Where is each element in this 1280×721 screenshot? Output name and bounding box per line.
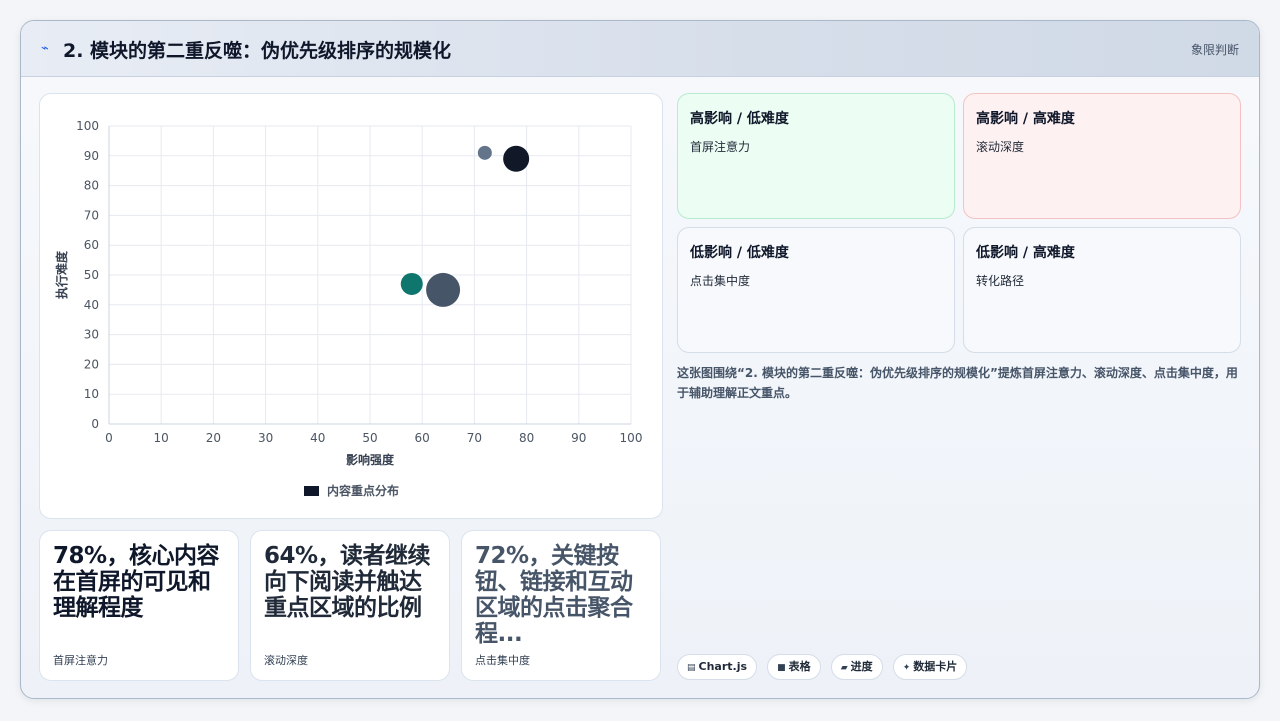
y-tick-label: 80: [84, 179, 99, 193]
x-axis-label: 影响强度: [346, 452, 395, 467]
stat-card-click-concentration: 72%，关键按钮、链接和互动区域的点击聚合程... 点击集中度: [461, 530, 661, 681]
quadrant-item: 滚动深度: [976, 140, 1025, 154]
x-tick-label: 30: [258, 431, 273, 445]
bubble-chart-card: 0 10 20 30 40 50 60 70 80 90 100 0 10 20 30 40 50 60 70 80 9…: [39, 93, 663, 519]
x-tick-label: 100: [620, 431, 643, 445]
sparkle-icon: ✦: [902, 663, 911, 673]
x-tick-label: 0: [105, 431, 113, 445]
chart-caption: 这张图围绕“2. 模块的第二重反噬：伪优先级排序的规模化”提炼首屏注意力、滚动深…: [677, 366, 1238, 400]
x-tick-label: 60: [415, 431, 430, 445]
x-tick-label: 40: [310, 431, 325, 445]
bubble-chart: 0 10 20 30 40 50 60 70 80 90 100 0 10 20 30 40 50 60 70 80 9…: [54, 119, 643, 498]
stat-label: 首屏注意力: [53, 654, 108, 667]
stat-card-scroll-depth: 64%，读者继续向下阅读并触达重点区域的比例 滚动深度: [250, 530, 450, 681]
quadrant-high-impact-low-difficulty: 高影响 / 低难度 首屏注意力: [677, 93, 955, 219]
quadrant-item: 转化路径: [976, 274, 1025, 288]
header: ⌁ 2. 模块的第二重反噬：伪优先级排序的规模化 象限判断: [21, 21, 1259, 77]
chart-icon: ▤: [687, 663, 696, 673]
header-tag: 象限判断: [1190, 43, 1239, 57]
stat-value: 64%，读者继续向下阅读并触达重点区域的比例: [264, 543, 431, 621]
legend-swatch: [304, 486, 319, 496]
y-tick-label: 20: [84, 357, 99, 371]
quadrant-title: 高影响 / 高难度: [976, 111, 1075, 127]
lightning-icon: ⌁: [41, 41, 49, 56]
y-tick-label: 40: [84, 298, 99, 312]
y-tick-label: 50: [84, 268, 99, 282]
legend-label: 内容重点分布: [327, 483, 399, 498]
main-panel: ⌁ 2. 模块的第二重反噬：伪优先级排序的规模化 象限判断 0 10 20 30 40 5…: [20, 20, 1260, 699]
pill-label: 表格: [788, 660, 811, 673]
pill-label: 数据卡片: [913, 660, 958, 673]
x-tick-label: 50: [362, 431, 377, 445]
bubble-point: [426, 272, 461, 307]
y-tick-label: 70: [84, 208, 99, 222]
page-title: 2. 模块的第二重反噬：伪优先级排序的规模化: [63, 40, 452, 62]
y-axis-label: 执行难度: [54, 250, 69, 299]
quadrant-title: 低影响 / 低难度: [690, 245, 789, 261]
bubble-point: [400, 272, 423, 295]
y-tick-label: 30: [84, 328, 99, 342]
pill-data-card[interactable]: ✦ 数据卡片: [892, 654, 968, 680]
y-tick-label: 60: [84, 238, 99, 252]
stat-value: 78%，核心内容在首屏的可见和理解程度: [53, 543, 220, 621]
x-tick-label: 80: [519, 431, 534, 445]
stat-card-first-screen: 78%，核心内容在首屏的可见和理解程度 首屏注意力: [39, 530, 239, 681]
quadrant-low-impact-low-difficulty: 低影响 / 低难度 点击集中度: [677, 227, 955, 353]
pill-table[interactable]: ■ 表格: [767, 654, 821, 680]
bubble-point: [477, 145, 492, 160]
bubble-point: [503, 145, 530, 172]
y-tick-label: 10: [84, 387, 99, 401]
x-tick-label: 90: [571, 431, 586, 445]
y-tick-label: 100: [76, 119, 99, 133]
x-tick-label: 70: [467, 431, 482, 445]
stat-label: 滚动深度: [264, 654, 308, 667]
stat-label: 点击集中度: [475, 654, 530, 667]
y-tick-label: 0: [91, 417, 99, 431]
progress-icon: ▰: [840, 663, 848, 673]
quadrant-title: 高影响 / 低难度: [690, 111, 789, 127]
pill-label: Chart.js: [698, 660, 748, 673]
quadrant-low-impact-high-difficulty: 低影响 / 高难度 转化路径: [963, 227, 1241, 353]
y-tick-label: 90: [84, 149, 99, 163]
pill-chartjs[interactable]: ▤ Chart.js: [677, 654, 758, 680]
x-tick-label: 10: [154, 431, 169, 445]
quadrant-high-impact-high-difficulty: 高影响 / 高难度 滚动深度: [963, 93, 1241, 219]
quadrant-item: 首屏注意力: [690, 140, 751, 154]
stat-value: 72%，关键按钮、链接和互动区域的点击聚合程...: [475, 543, 633, 647]
pill-progress[interactable]: ▰ 进度: [830, 654, 883, 680]
quadrant-title: 低影响 / 高难度: [976, 245, 1075, 261]
x-tick-label: 20: [206, 431, 221, 445]
pill-label: 进度: [850, 660, 873, 673]
table-icon: ■: [777, 663, 786, 673]
tag-pills: ▤ Chart.js ■ 表格 ▰ 进度 ✦ 数据卡片: [677, 654, 972, 680]
quadrant-item: 点击集中度: [690, 274, 751, 288]
